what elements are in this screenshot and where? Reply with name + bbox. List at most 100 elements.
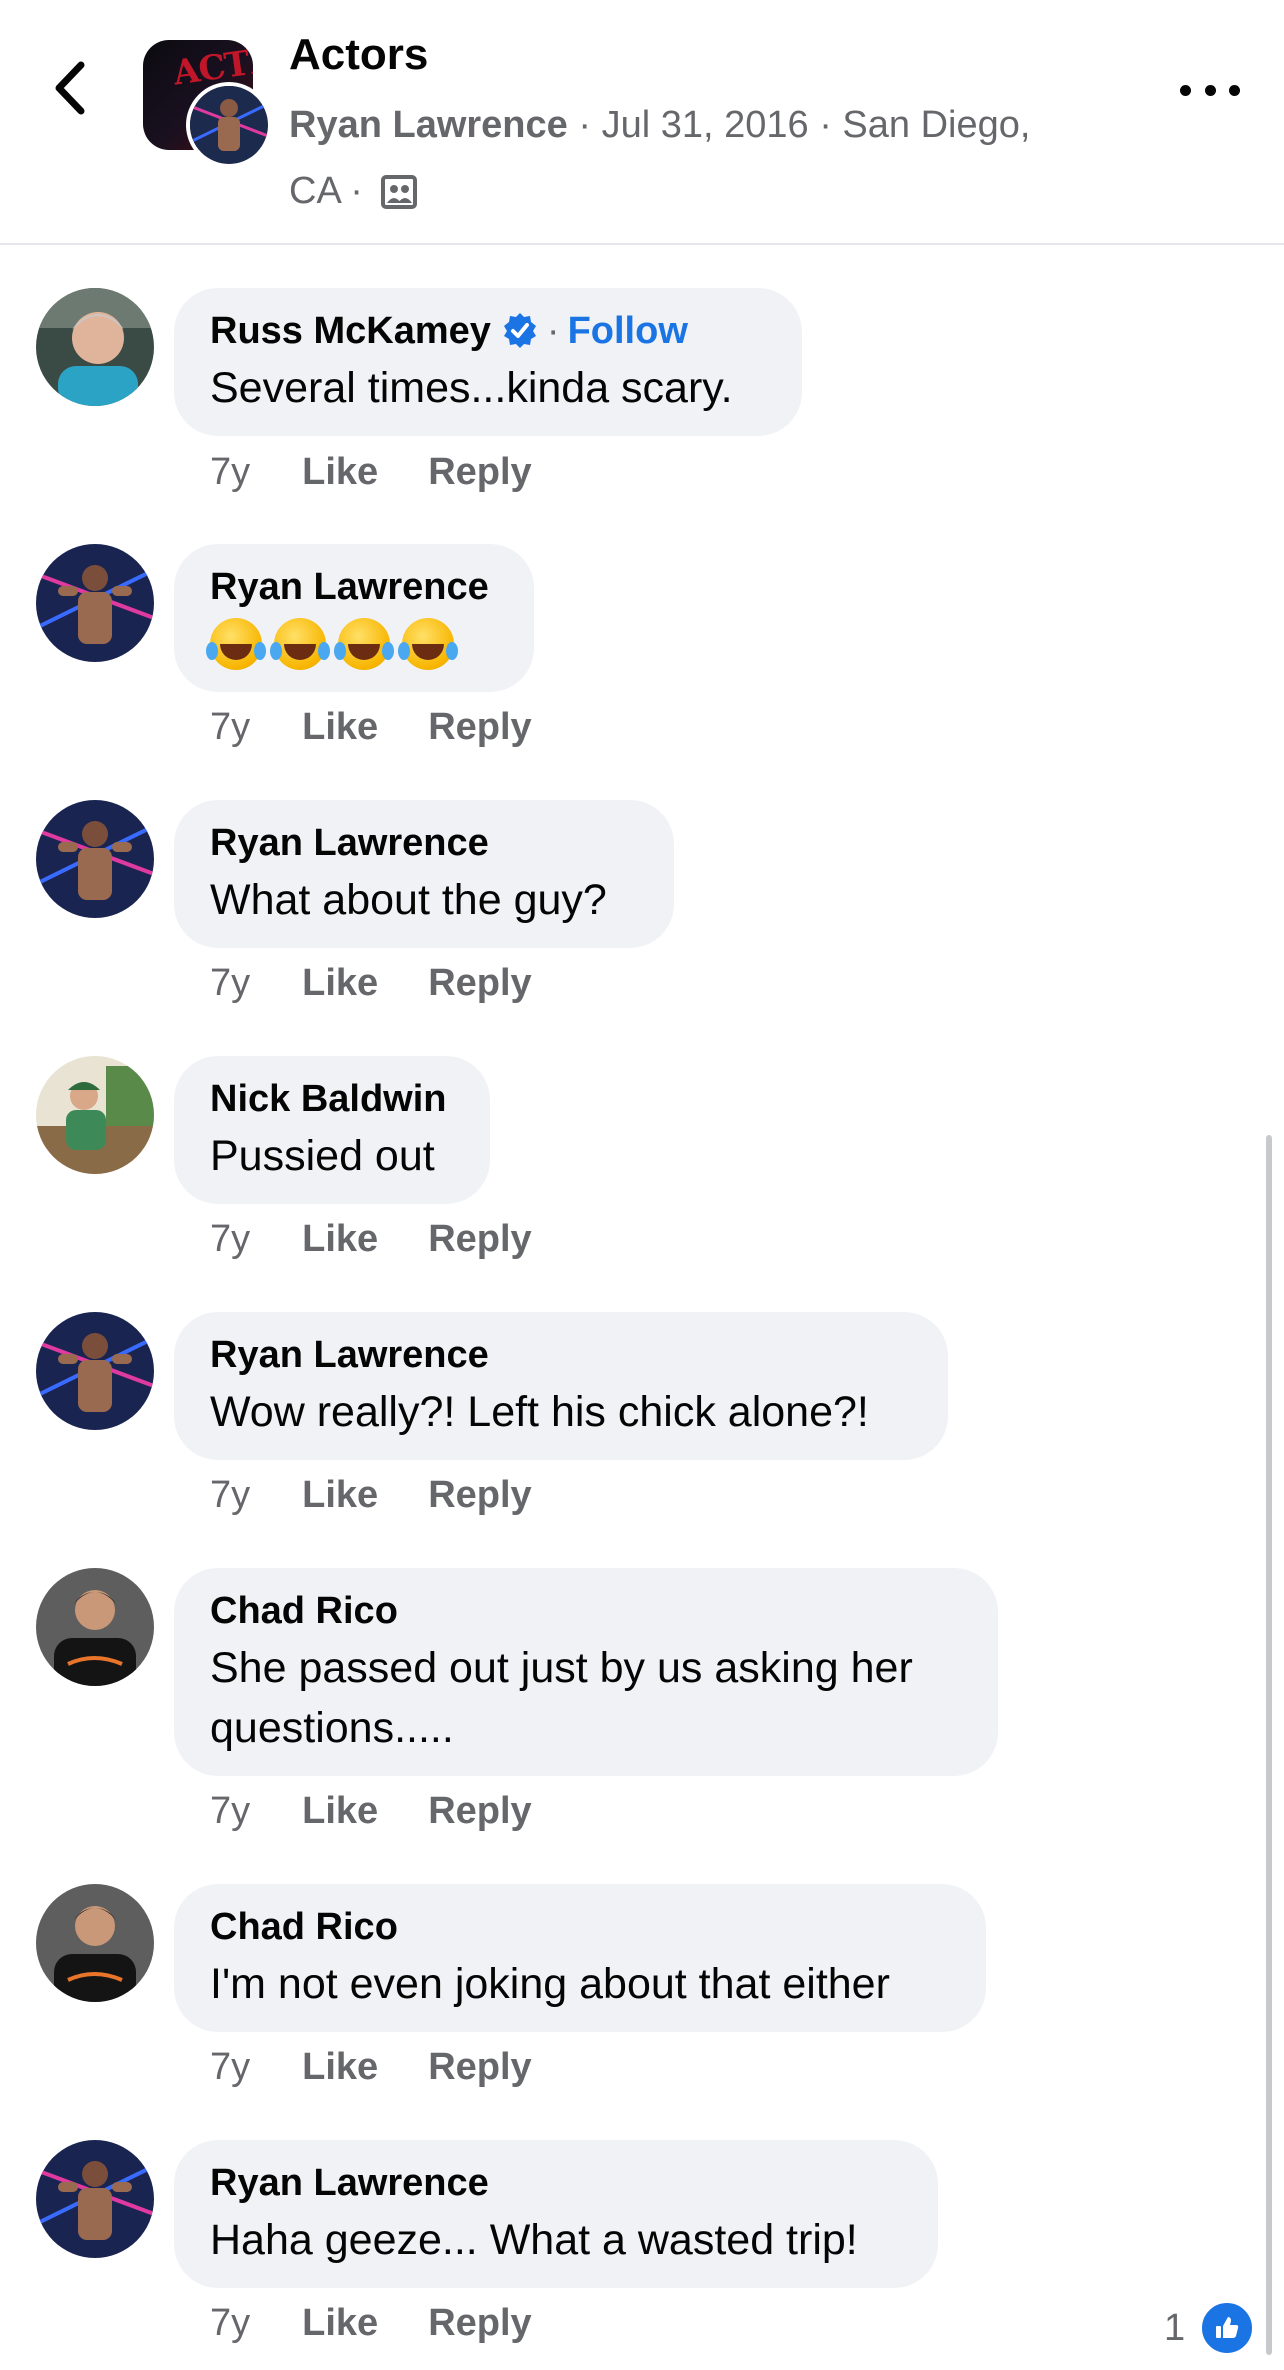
comment-text: Wow really?! Left his chick alone?! bbox=[210, 1388, 869, 1436]
comment-text: What about the guy? bbox=[210, 876, 607, 924]
comment-actions: 7y Like Reply bbox=[210, 2302, 582, 2345]
comment-author-name[interactable]: Chad Rico bbox=[210, 1588, 962, 1634]
comment-bubble[interactable]: Ryan Lawrence bbox=[174, 544, 534, 692]
comment-author-name[interactable]: Ryan Lawrence bbox=[210, 564, 498, 610]
post-date[interactable]: Jul 31, 2016 bbox=[602, 104, 809, 146]
comment-author-name[interactable]: Ryan Lawrence bbox=[210, 1332, 912, 1378]
like-button[interactable]: Like bbox=[302, 1790, 378, 1832]
avatar[interactable] bbox=[36, 1312, 154, 1430]
comment-author: Russ McKamey · Follow bbox=[210, 308, 766, 354]
comment-bubble[interactable]: Ryan Lawrence Haha geeze... What a waste… bbox=[174, 2140, 938, 2288]
like-button[interactable]: Like bbox=[302, 451, 378, 493]
comment-text: Several times...kinda scary. bbox=[210, 364, 733, 412]
reaction-count-value: 1 bbox=[1164, 2306, 1186, 2349]
comment-author-name[interactable]: Russ McKamey bbox=[210, 310, 491, 352]
like-button[interactable]: Like bbox=[302, 1218, 378, 1260]
post-location-state[interactable]: CA bbox=[289, 170, 340, 212]
meta-separator: · bbox=[350, 170, 363, 212]
comment-actions: 7y Like Reply bbox=[210, 1474, 582, 1517]
comment-author-name[interactable]: Ryan Lawrence bbox=[210, 820, 638, 866]
avatar-image-nick bbox=[36, 1056, 154, 1174]
avatar[interactable] bbox=[36, 2140, 154, 2258]
author-separator: · bbox=[546, 310, 560, 352]
reaction-count[interactable]: 1 bbox=[1164, 2300, 1256, 2356]
comment-time[interactable]: 7y bbox=[210, 1474, 250, 1516]
avatar[interactable] bbox=[36, 800, 154, 918]
comment-bubble[interactable]: Nick Baldwin Pussied out bbox=[174, 1056, 490, 1204]
comment-text-line: She passed out just by us asking her bbox=[210, 1644, 913, 1692]
more-options-button[interactable] bbox=[1180, 70, 1240, 110]
avatar-image-ryan bbox=[36, 544, 154, 662]
laughing-emoji-icon bbox=[334, 618, 390, 670]
comment-actions: 7y Like Reply bbox=[210, 2046, 582, 2089]
comment-bubble[interactable]: Chad Rico I'm not even joking about that… bbox=[174, 1884, 986, 2032]
reply-button[interactable]: Reply bbox=[428, 1218, 531, 1260]
thumbs-up-icon bbox=[1199, 2300, 1256, 2356]
comment-text-line: questions..... bbox=[210, 1704, 454, 1752]
comment-text: Haha geeze... What a wasted trip! bbox=[210, 2216, 858, 2264]
avatar-image-russ bbox=[36, 288, 154, 406]
laughing-emoji-icon bbox=[398, 618, 454, 670]
comment-time[interactable]: 7y bbox=[210, 451, 250, 493]
laughing-emoji-icon bbox=[206, 618, 262, 670]
reply-button[interactable]: Reply bbox=[428, 2302, 531, 2344]
comment-bubble[interactable]: Russ McKamey · Follow Several times...kin… bbox=[174, 288, 802, 436]
avatar[interactable] bbox=[36, 1056, 154, 1174]
follow-button[interactable]: Follow bbox=[568, 310, 688, 352]
comment-actions: 7y Like Reply bbox=[210, 451, 582, 494]
comment-author-name[interactable]: Ryan Lawrence bbox=[210, 2160, 902, 2206]
like-button[interactable]: Like bbox=[302, 962, 378, 1004]
comment-text: Pussied out bbox=[210, 1132, 435, 1180]
like-button[interactable]: Like bbox=[302, 706, 378, 748]
avatar[interactable] bbox=[36, 544, 154, 662]
reply-button[interactable]: Reply bbox=[428, 962, 531, 1004]
scrollbar[interactable] bbox=[1266, 1135, 1272, 2355]
group-audience-icon bbox=[381, 175, 418, 209]
comment-time[interactable]: 7y bbox=[210, 1790, 250, 1832]
avatar-image-ryan bbox=[36, 800, 154, 918]
comment-time[interactable]: 7y bbox=[210, 1218, 250, 1260]
avatar[interactable] bbox=[36, 1884, 154, 2002]
meta-separator: · bbox=[578, 104, 592, 146]
avatar-image-chad bbox=[36, 1884, 154, 2002]
avatar[interactable] bbox=[36, 288, 154, 406]
comment-bubble[interactable]: Ryan Lawrence Wow really?! Left his chic… bbox=[174, 1312, 948, 1460]
poster-name[interactable]: Ryan Lawrence bbox=[289, 104, 568, 146]
group-title[interactable]: Actors bbox=[289, 30, 428, 80]
like-button[interactable]: Like bbox=[302, 2046, 378, 2088]
comment-time[interactable]: 7y bbox=[210, 2046, 250, 2088]
reply-button[interactable]: Reply bbox=[428, 1790, 531, 1832]
comment-time[interactable]: 7y bbox=[210, 962, 250, 1004]
comment-author-name[interactable]: Nick Baldwin bbox=[210, 1076, 454, 1122]
comment-time[interactable]: 7y bbox=[210, 706, 250, 748]
reply-button[interactable]: Reply bbox=[428, 2046, 531, 2088]
comment-actions: 7y Like Reply bbox=[210, 1218, 582, 1261]
comment-bubble[interactable]: Ryan Lawrence What about the guy? bbox=[174, 800, 674, 948]
comment-bubble[interactable]: Chad Rico She passed out just by us aski… bbox=[174, 1568, 998, 1776]
comment-actions: 7y Like Reply bbox=[210, 962, 582, 1005]
more-dot bbox=[1229, 84, 1240, 96]
chevron-left-icon bbox=[55, 61, 85, 115]
comment-actions: 7y Like Reply bbox=[210, 706, 582, 749]
post-location[interactable]: San Diego, bbox=[842, 104, 1030, 146]
comment-text bbox=[206, 618, 498, 670]
poster-avatar-image bbox=[190, 86, 268, 164]
comment-time[interactable]: 7y bbox=[210, 2302, 250, 2344]
back-button[interactable] bbox=[46, 58, 94, 118]
reply-button[interactable]: Reply bbox=[428, 451, 531, 493]
meta-separator: · bbox=[819, 104, 832, 146]
laughing-emoji-icon bbox=[270, 618, 326, 670]
avatar-image-chad bbox=[36, 1568, 154, 1686]
more-dot bbox=[1180, 84, 1191, 96]
poster-avatar[interactable] bbox=[186, 82, 272, 168]
comment-author-name[interactable]: Chad Rico bbox=[210, 1904, 950, 1950]
like-button[interactable]: Like bbox=[302, 1474, 378, 1516]
reply-button[interactable]: Reply bbox=[428, 706, 531, 748]
avatar-image-ryan bbox=[36, 2140, 154, 2258]
post-meta: Ryan Lawrence · Jul 31, 2016 · San Diego… bbox=[289, 92, 1089, 224]
post-header: ACTRS Actors Ryan Lawrence · Jul 31, 201… bbox=[0, 0, 1284, 245]
reply-button[interactable]: Reply bbox=[428, 1474, 531, 1516]
like-button[interactable]: Like bbox=[302, 2302, 378, 2344]
comment-text: She passed out just by us asking her que… bbox=[210, 1638, 962, 1758]
avatar[interactable] bbox=[36, 1568, 154, 1686]
